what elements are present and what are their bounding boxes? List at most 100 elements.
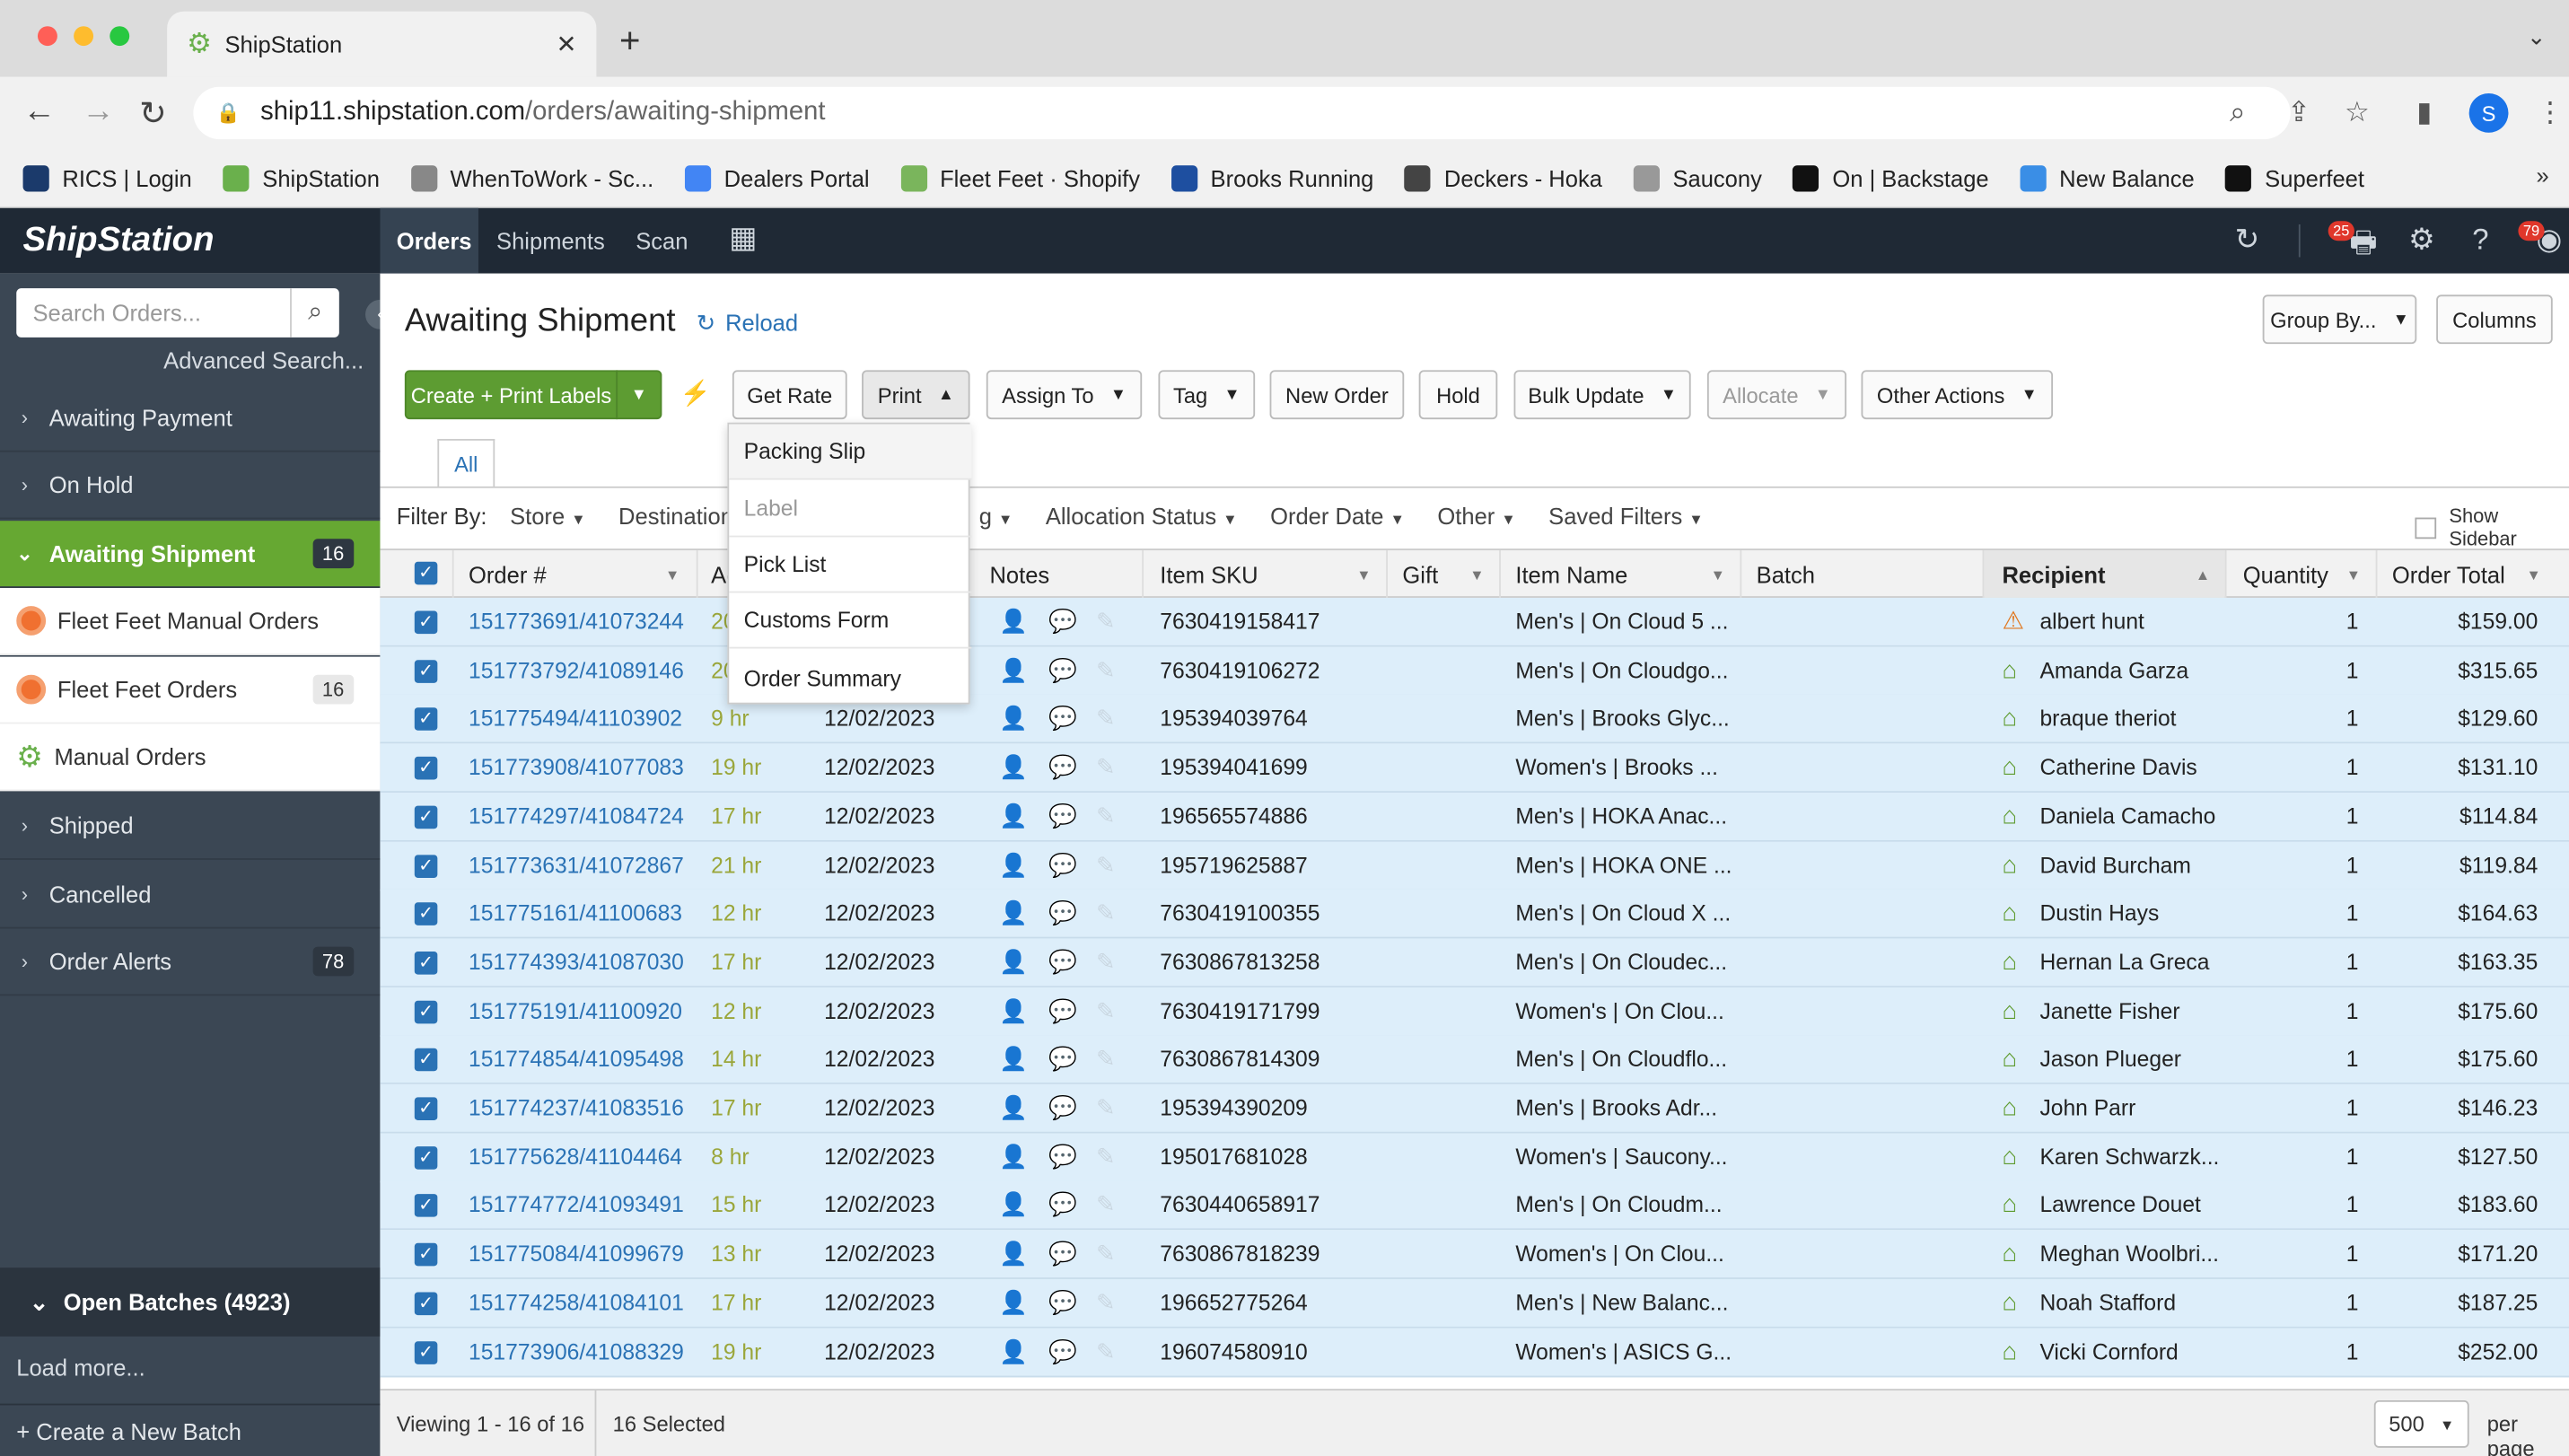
- table-row[interactable]: ✓ 151774393/41087030 17 hr 12/02/2023 👤 💬 ✎ 763…: [380, 938, 2569, 987]
- assign-user-icon[interactable]: 👤: [999, 996, 1028, 1024]
- bookmark-item[interactable]: Deckers - Hoka: [1405, 164, 1602, 191]
- column-order-number[interactable]: Order #: [469, 562, 547, 588]
- order-number-link[interactable]: 151773792/41089146: [469, 658, 684, 682]
- table-row[interactable]: ✓ 151774237/41083516 17 hr 12/02/2023 👤 💬 ✎ 195…: [380, 1083, 2569, 1134]
- new-tab-button[interactable]: +: [619, 20, 640, 62]
- edit-note-icon[interactable]: ✎: [1096, 1240, 1115, 1267]
- close-window-button[interactable]: [37, 26, 57, 47]
- bookmark-item[interactable]: Brooks Running: [1171, 164, 1373, 191]
- sidebar-item-cancelled[interactable]: › Cancelled: [0, 862, 381, 929]
- caret-down-icon[interactable]: ▼: [2527, 566, 2541, 583]
- assign-user-icon[interactable]: 👤: [999, 753, 1028, 781]
- calculator-icon[interactable]: ▦: [729, 221, 757, 255]
- group-by-button[interactable]: Group By... ▼: [2262, 294, 2417, 345]
- bookmark-item[interactable]: WhenToWork - Sc...: [410, 164, 653, 191]
- shipstation-logo[interactable]: ShipStation: [23, 221, 215, 260]
- sidebar-item-awaiting-payment[interactable]: › Awaiting Payment: [0, 385, 381, 452]
- assign-user-icon[interactable]: 👤: [999, 1338, 1028, 1365]
- bookmark-item[interactable]: Superfeet: [2225, 164, 2364, 191]
- order-number-link[interactable]: 151775191/41100920: [469, 998, 682, 1022]
- row-checkbox[interactable]: ✓: [414, 951, 438, 975]
- assign-user-icon[interactable]: 👤: [999, 1046, 1028, 1074]
- back-arrow-icon[interactable]: ←: [23, 93, 57, 131]
- edit-note-icon[interactable]: ✎: [1096, 1046, 1115, 1074]
- table-row[interactable]: ✓ 151773691/41073244 20 👤 💬 ✎ 7630419158417 Men…: [380, 597, 2569, 647]
- caret-down-icon[interactable]: ▼: [1711, 566, 1725, 583]
- bookmarks-overflow-icon[interactable]: »: [2536, 162, 2548, 189]
- table-row[interactable]: ✓ 151774258/41084101 17 hr 12/02/2023 👤 💬 ✎ 196…: [380, 1278, 2569, 1329]
- row-checkbox[interactable]: ✓: [414, 854, 438, 878]
- order-number-link[interactable]: 151774393/41087030: [469, 950, 684, 974]
- gear-icon[interactable]: ⚙: [2408, 223, 2434, 257]
- notes-icon[interactable]: 💬: [1048, 1046, 1077, 1074]
- notes-icon[interactable]: 💬: [1048, 608, 1077, 636]
- filter-saved-filters[interactable]: Saved Filters ▼: [1548, 503, 1704, 529]
- assign-user-icon[interactable]: 👤: [999, 1143, 1028, 1171]
- hold-button[interactable]: Hold: [1418, 370, 1498, 420]
- row-checkbox[interactable]: ✓: [414, 1000, 438, 1023]
- star-icon[interactable]: ☆: [2345, 97, 2370, 129]
- order-number-link[interactable]: 151774297/41084724: [469, 803, 684, 828]
- table-row[interactable]: ✓ 151773792/41089146 20 👤 💬 ✎ 7630419106272 Men…: [380, 646, 2569, 696]
- bookmark-item[interactable]: New Balance: [2020, 164, 2195, 191]
- help-icon[interactable]: ?: [2472, 223, 2488, 257]
- search-input[interactable]: Search Orders... ⌕: [16, 288, 339, 338]
- table-row[interactable]: ✓ 151774297/41084724 17 hr 12/02/2023 👤 💬 ✎ 196…: [380, 792, 2569, 842]
- filter-allocation-status[interactable]: Allocation Status ▼: [1046, 503, 1238, 529]
- row-checkbox[interactable]: ✓: [414, 1145, 438, 1170]
- notes-icon[interactable]: 💬: [1048, 851, 1077, 879]
- bookmark-item[interactable]: On | Backstage: [1793, 164, 1989, 191]
- sidebar-item-awaiting-shipment[interactable]: ⌄ Awaiting Shipment 16: [0, 521, 381, 589]
- sidebar-subitem-fleet-feet-manual[interactable]: Fleet Feet Manual Orders: [0, 588, 381, 655]
- edit-note-icon[interactable]: ✎: [1096, 705, 1115, 732]
- column-notes[interactable]: Notes: [989, 562, 1049, 588]
- table-row[interactable]: ✓ 151775494/41103902 9 hr 12/02/2023 👤 💬 ✎ 1953…: [380, 695, 2569, 745]
- edit-note-icon[interactable]: ✎: [1096, 1338, 1115, 1365]
- assign-to-button[interactable]: Assign To ▼: [986, 370, 1143, 420]
- allocate-button[interactable]: Allocate ▼: [1706, 370, 1847, 420]
- create-print-labels-button[interactable]: Create + Print Labels: [404, 370, 618, 420]
- row-checkbox[interactable]: ✓: [414, 1340, 438, 1364]
- lightning-icon[interactable]: ⚡: [680, 378, 710, 408]
- edit-note-icon[interactable]: ✎: [1096, 608, 1115, 636]
- menu-item-order-summary[interactable]: Order Summary: [729, 650, 971, 706]
- filter-other[interactable]: Other ▼: [1437, 503, 1515, 529]
- column-item-sku[interactable]: Item SKU: [1160, 562, 1258, 588]
- row-checkbox[interactable]: ✓: [414, 707, 438, 732]
- edit-note-icon[interactable]: ✎: [1096, 996, 1115, 1024]
- row-checkbox[interactable]: ✓: [414, 757, 438, 780]
- column-order-total[interactable]: Order Total: [2392, 562, 2505, 588]
- advanced-search-link[interactable]: Advanced Search...: [163, 347, 364, 373]
- nav-scan[interactable]: Scan: [636, 228, 688, 254]
- filter-store[interactable]: Store ▼: [510, 503, 585, 529]
- maximize-window-button[interactable]: [110, 26, 130, 47]
- sidebar-subitem-fleet-feet-orders[interactable]: Fleet Feet Orders 16: [0, 656, 381, 724]
- assign-user-icon[interactable]: 👤: [999, 948, 1028, 976]
- share-icon[interactable]: ⇪: [2287, 97, 2310, 129]
- row-checkbox[interactable]: ✓: [414, 610, 438, 635]
- bookmark-item[interactable]: Saucony: [1633, 164, 1762, 191]
- refresh-icon[interactable]: ↻: [2235, 223, 2260, 257]
- reload-link[interactable]: ↻ Reload: [697, 310, 798, 338]
- order-number-link[interactable]: 151773691/41073244: [469, 610, 684, 634]
- row-checkbox[interactable]: ✓: [414, 1097, 438, 1120]
- edit-note-icon[interactable]: ✎: [1096, 1191, 1115, 1219]
- order-number-link[interactable]: 151774237/41083516: [469, 1096, 684, 1120]
- print-button[interactable]: Print ▲: [862, 370, 970, 420]
- caret-down-icon[interactable]: ▼: [1356, 566, 1371, 583]
- edit-note-icon[interactable]: ✎: [1096, 803, 1115, 830]
- order-number-link[interactable]: 151773631/41072867: [469, 853, 684, 877]
- edit-note-icon[interactable]: ✎: [1096, 753, 1115, 781]
- row-checkbox[interactable]: ✓: [414, 1292, 438, 1315]
- notes-icon[interactable]: 💬: [1048, 1094, 1077, 1122]
- assign-user-icon[interactable]: 👤: [999, 1240, 1028, 1267]
- bookmark-item[interactable]: Dealers Portal: [684, 164, 870, 191]
- page-size-select[interactable]: 500 ▼: [2373, 1399, 2469, 1448]
- row-checkbox[interactable]: ✓: [414, 1242, 438, 1267]
- filter-order-date[interactable]: Order Date ▼: [1270, 503, 1405, 529]
- edit-note-icon[interactable]: ✎: [1096, 1094, 1115, 1122]
- profile-avatar[interactable]: S: [2468, 92, 2509, 133]
- menu-item-customs-form[interactable]: Customs Form: [729, 592, 972, 649]
- other-actions-button[interactable]: Other Actions ▼: [1861, 370, 2054, 420]
- tag-button[interactable]: Tag ▼: [1158, 370, 1256, 420]
